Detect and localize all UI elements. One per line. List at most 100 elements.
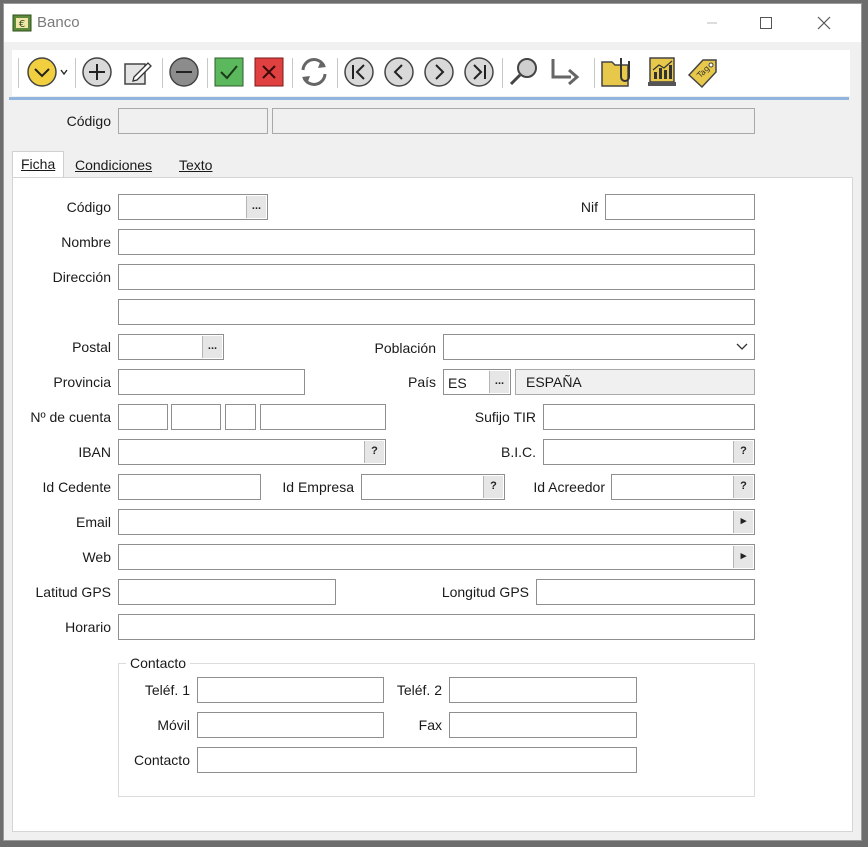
bank-window: € Banco Tag Código Ficha Condiciones Tex…	[4, 4, 861, 840]
cuenta-entidad-input[interactable]	[118, 404, 168, 430]
tab-condiciones[interactable]: Condiciones	[67, 153, 160, 178]
telef1-label: Teléf. 1	[144, 682, 190, 698]
next-record-button[interactable]	[422, 55, 456, 89]
arrow-turn-right-icon	[551, 59, 580, 86]
header-codigo-label: Código	[66, 113, 111, 129]
tab-texto[interactable]: Texto	[171, 153, 220, 178]
x-icon	[254, 57, 284, 87]
cuenta-dc-input[interactable]	[225, 404, 256, 430]
id-acreedor-help-button[interactable]: ?	[733, 476, 753, 498]
postal-input[interactable]: ...	[118, 334, 224, 360]
cancel-button[interactable]	[252, 55, 286, 89]
web-input[interactable]: ▸	[118, 544, 755, 570]
pais-lookup-button[interactable]: ...	[489, 371, 509, 393]
postal-lookup-button[interactable]: ...	[202, 336, 222, 358]
longitud-input[interactable]	[536, 579, 755, 605]
refresh-button[interactable]	[297, 55, 331, 89]
statistics-button[interactable]	[645, 55, 679, 89]
edit-icon	[124, 62, 152, 85]
telef1-input[interactable]	[197, 677, 384, 703]
toolbar-separator	[292, 58, 296, 88]
toolbar-separator	[75, 58, 79, 88]
direccion-input-2[interactable]	[118, 299, 755, 325]
menu-dropdown-button[interactable]	[25, 55, 71, 89]
documents-button[interactable]	[599, 55, 635, 89]
toolbar-separator	[18, 58, 22, 88]
tab-ficha[interactable]: Ficha	[12, 151, 65, 178]
toolbar-separator	[162, 58, 166, 88]
minimize-button[interactable]	[689, 4, 735, 42]
first-record-button[interactable]	[342, 55, 376, 89]
nif-input[interactable]	[605, 194, 755, 220]
iban-input[interactable]: ?	[118, 439, 386, 465]
minimize-icon	[707, 22, 717, 24]
title-bar: € Banco	[4, 4, 861, 42]
id-cedente-label: Id Cedente	[42, 479, 112, 495]
refresh-icon	[301, 58, 327, 86]
magnifier-icon	[509, 58, 537, 86]
toolbar-divider	[9, 97, 849, 100]
horario-input[interactable]	[118, 614, 755, 640]
web-open-button[interactable]: ▸	[733, 546, 753, 568]
toolbar-separator	[207, 58, 211, 88]
email-input[interactable]: ▸	[118, 509, 755, 535]
horario-label: Horario	[65, 619, 111, 635]
provincia-label: Provincia	[53, 374, 111, 390]
maximize-icon	[760, 17, 772, 29]
postal-label: Postal	[72, 339, 111, 355]
provincia-input[interactable]	[118, 369, 305, 395]
toolbar: Tag	[12, 50, 850, 96]
header-codigo-description	[272, 108, 755, 134]
id-empresa-input[interactable]: ?	[361, 474, 505, 500]
id-empresa-help-button[interactable]: ?	[483, 476, 503, 498]
codigo-label: Código	[66, 199, 111, 215]
email-open-button[interactable]: ▸	[733, 511, 753, 533]
previous-record-button[interactable]	[382, 55, 416, 89]
accept-button[interactable]	[212, 55, 246, 89]
check-icon	[214, 57, 244, 87]
minus-circle-icon	[169, 57, 199, 87]
last-icon	[464, 57, 494, 87]
sufijo-input[interactable]	[543, 404, 755, 430]
poblacion-select[interactable]	[443, 334, 755, 360]
close-button[interactable]	[801, 4, 847, 42]
maximize-button[interactable]	[743, 4, 789, 42]
longitud-label: Longitud GPS	[441, 584, 529, 600]
edit-button[interactable]	[120, 55, 154, 89]
bic-input[interactable]: ?	[543, 439, 755, 465]
latitud-input[interactable]	[118, 579, 336, 605]
direccion-input[interactable]	[118, 264, 755, 290]
id-cedente-input[interactable]	[118, 474, 261, 500]
id-acreedor-input[interactable]: ?	[611, 474, 755, 500]
nombre-input[interactable]	[118, 229, 755, 255]
remove-button[interactable]	[167, 55, 201, 89]
codigo-input[interactable]: ...	[118, 194, 268, 220]
codigo-lookup-button[interactable]: ...	[246, 196, 266, 218]
movil-input[interactable]	[197, 712, 384, 738]
iban-help-button[interactable]: ?	[364, 441, 384, 463]
header-codigo-field	[118, 108, 268, 134]
contacto-input[interactable]	[197, 747, 637, 773]
latitud-label: Latitud GPS	[35, 584, 112, 600]
pais-code-value: ES	[448, 375, 467, 391]
id-acreedor-label: Id Acreedor	[533, 479, 605, 495]
fax-input[interactable]	[449, 712, 637, 738]
bic-label: B.I.C.	[500, 444, 536, 460]
folder-clip-icon	[601, 58, 630, 87]
cuenta-oficina-input[interactable]	[171, 404, 221, 430]
contacto-label: Contacto	[133, 752, 190, 768]
add-button[interactable]	[80, 55, 114, 89]
first-icon	[344, 57, 374, 87]
chart-icon	[648, 57, 676, 86]
tags-button[interactable]: Tag	[685, 55, 721, 89]
cuenta-numero-input[interactable]	[260, 404, 386, 430]
goto-button[interactable]	[547, 55, 581, 89]
pais-code-input[interactable]: ES ...	[443, 369, 511, 395]
telef2-input[interactable]	[449, 677, 637, 703]
telef2-label: Teléf. 2	[396, 682, 442, 698]
search-button[interactable]	[507, 55, 541, 89]
bic-help-button[interactable]: ?	[733, 441, 753, 463]
pais-name-field: ESPAÑA	[515, 369, 755, 395]
last-record-button[interactable]	[462, 55, 496, 89]
sufijo-label: Sufijo TIR	[474, 409, 536, 425]
